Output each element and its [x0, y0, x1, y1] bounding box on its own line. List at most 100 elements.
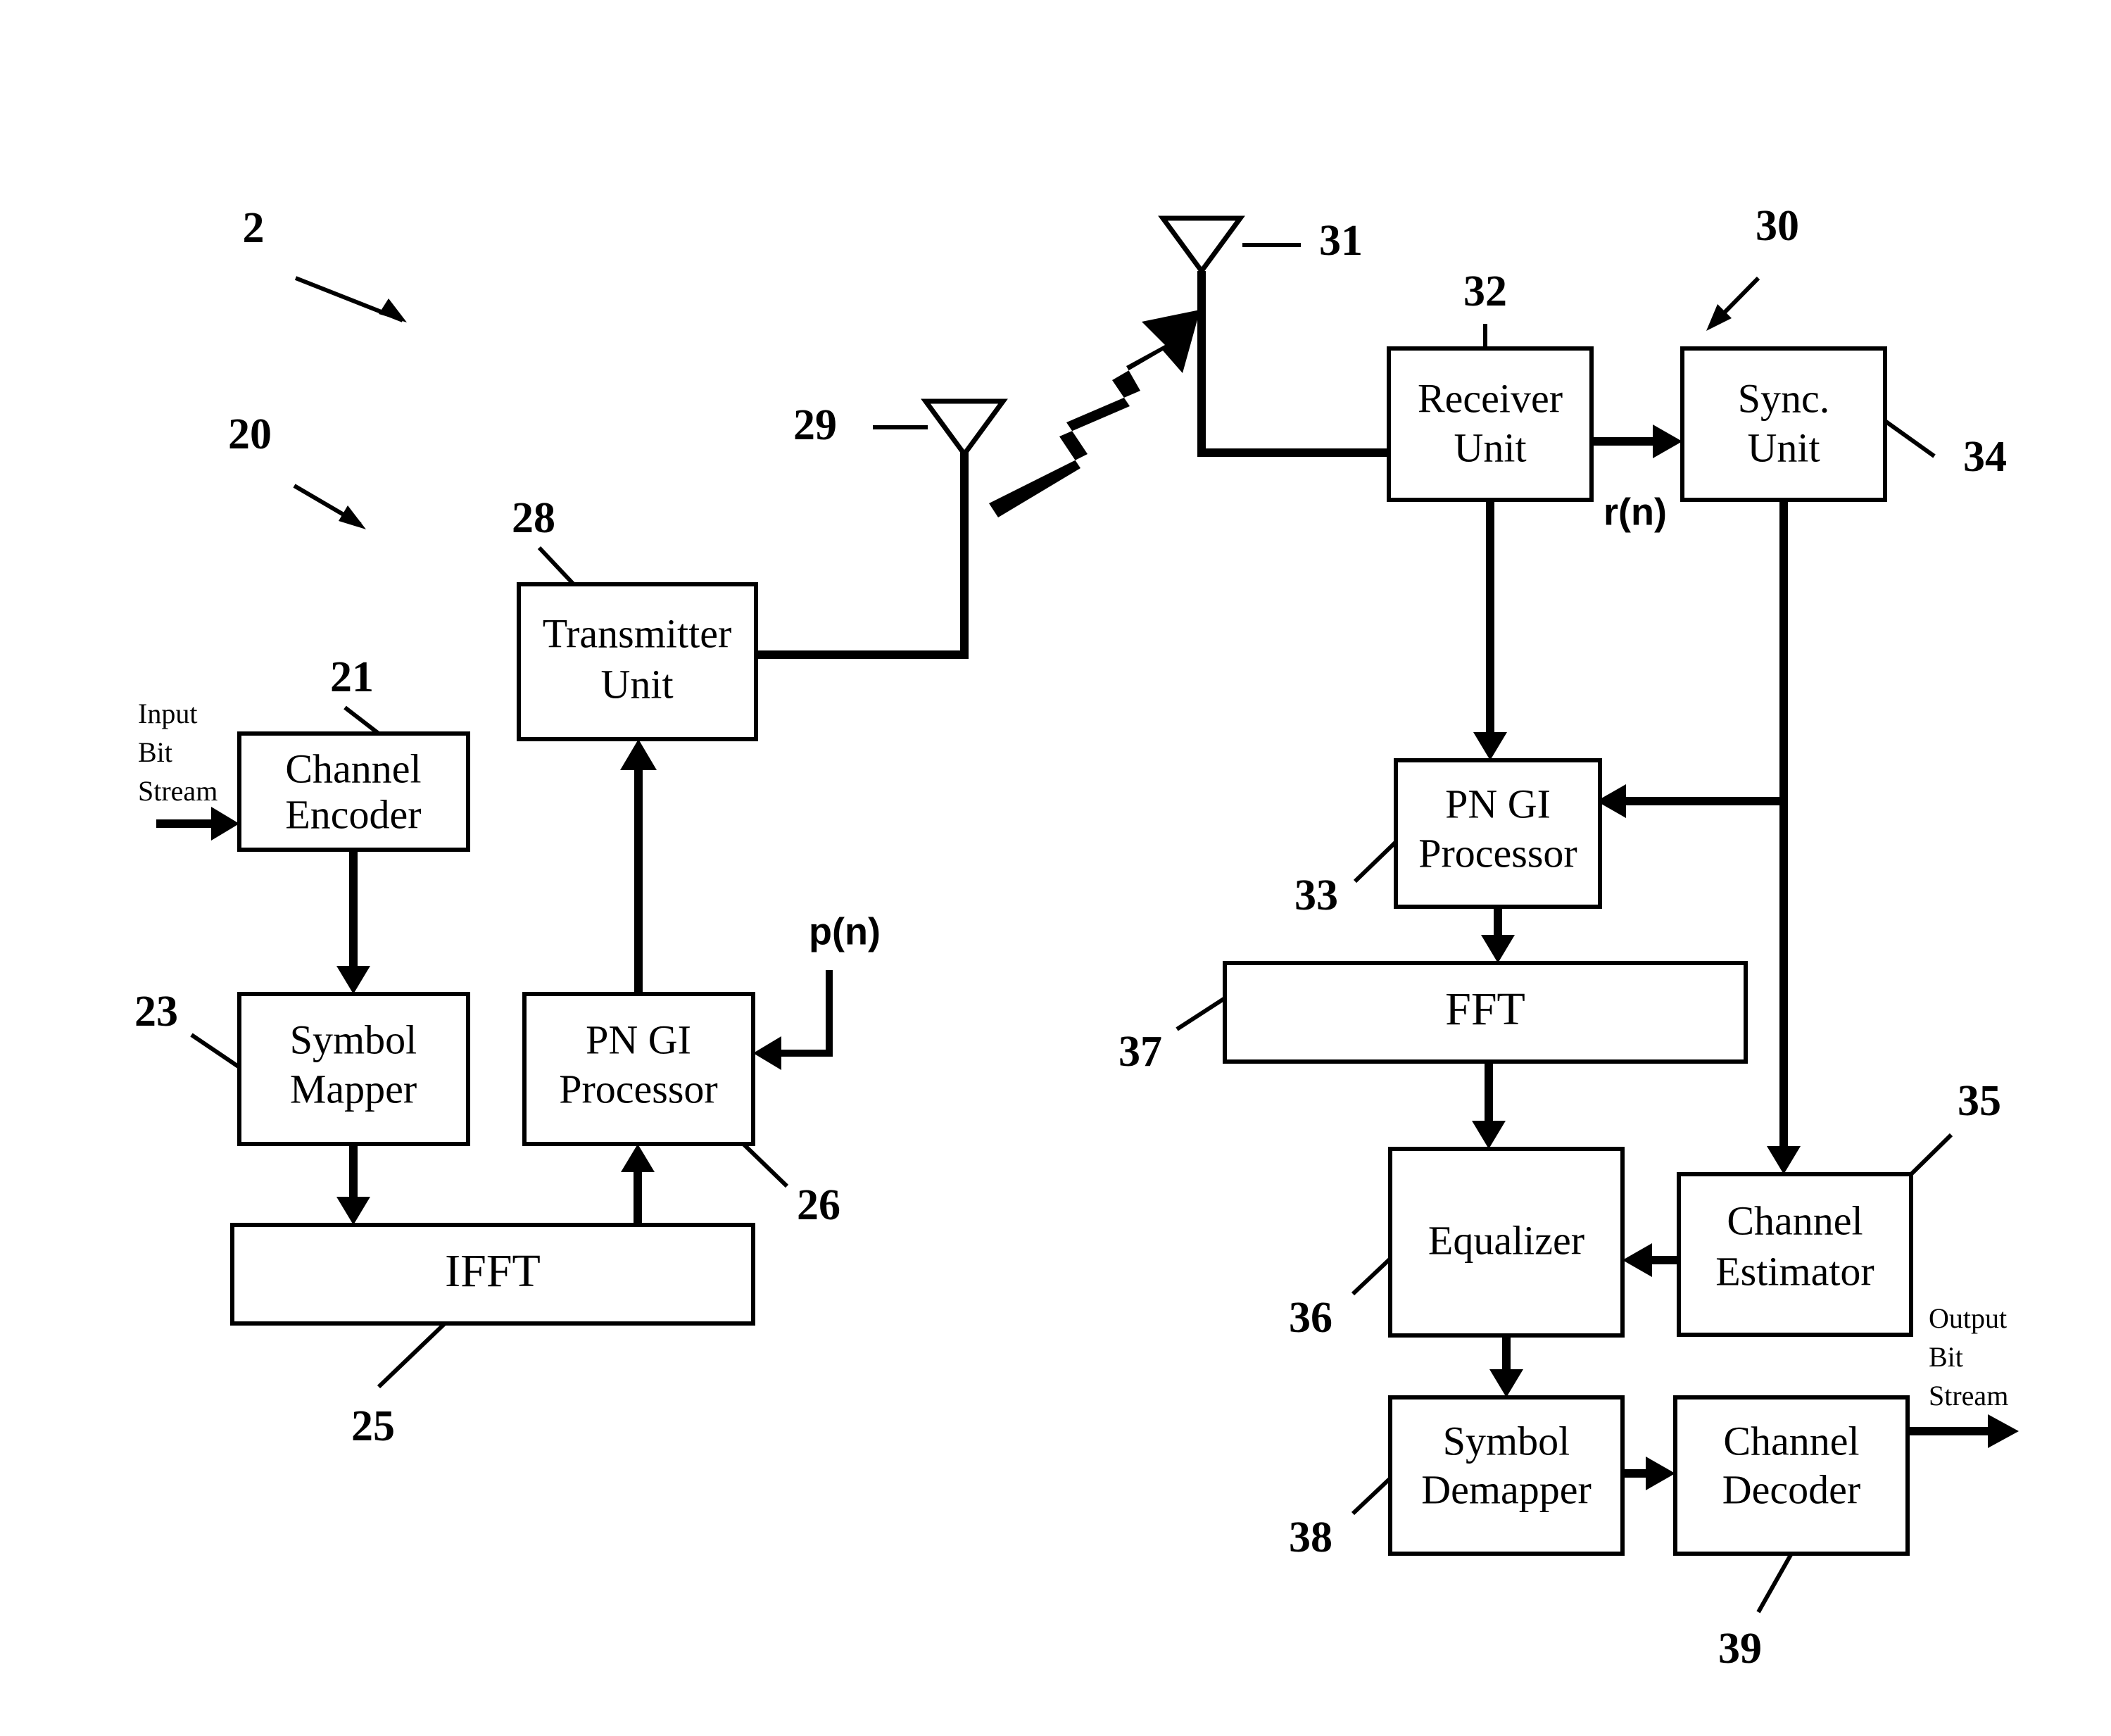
output-label-line3: Stream: [1929, 1380, 2008, 1411]
pn-sequence-label: p(n): [809, 910, 881, 952]
wire-encoder-mapper-head: [336, 966, 370, 994]
figure-canvas: 2 20 30 Input Bit Stream Channel Encoder…: [0, 0, 2111, 1736]
input-label-line3: Stream: [138, 775, 218, 807]
block-tx-pn-gi-processor[interactable]: PN GI Processor: [522, 992, 755, 1146]
ref-37-leader: [1176, 996, 1226, 1031]
ref-20-arrowhead: [339, 505, 366, 529]
wire-txpngi-txunit-head: [620, 739, 657, 770]
block-equalizer[interactable]: Equalizer: [1388, 1147, 1625, 1338]
wire-rxunit-to-syncunit: r(n): [1592, 424, 1682, 533]
radio-link-bolt: [989, 310, 1200, 517]
ref-21-leader: [344, 705, 380, 736]
ref-label-25: 25: [351, 1402, 395, 1450]
channel-decoder-label-line1: Channel: [1723, 1418, 1859, 1464]
block-channel-encoder[interactable]: Channel Encoder: [237, 731, 470, 852]
output-label-line1: Output: [1929, 1302, 2007, 1334]
channel-encoder-label-line2: Encoder: [285, 791, 421, 837]
ref-33-leader: [1353, 840, 1398, 883]
wire-fft-equalizer-head: [1472, 1121, 1506, 1149]
ref-label-21: 21: [330, 653, 374, 701]
ref-label-23: 23: [134, 988, 178, 1036]
sync-unit-label-line2: Unit: [1747, 424, 1820, 470]
received-signal-label: r(n): [1603, 491, 1667, 533]
block-channel-decoder[interactable]: Channel Decoder: [1673, 1395, 1910, 1556]
pn-sequence-wire: [774, 970, 833, 1057]
ref-label-39: 39: [1718, 1625, 1762, 1673]
output-arrow-head: [1988, 1414, 2019, 1448]
ref-39-leader: [1756, 1552, 1794, 1614]
transmitter-unit-label-line2: Unit: [600, 661, 673, 707]
output-bit-stream-label: Output Bit Stream: [1929, 1302, 2008, 1411]
tx-pn-gi-label-line2: Processor: [559, 1066, 718, 1112]
wire-rxantenna-to-rxunit: [1197, 271, 1389, 457]
ref-23-leader: [190, 1033, 241, 1069]
fft-label: FFT: [1445, 983, 1525, 1035]
receiver-unit-label-line1: Receiver: [1418, 375, 1563, 421]
ref-35-leader: [1909, 1133, 1953, 1176]
block-channel-estimator[interactable]: Channel Estimator: [1677, 1172, 1913, 1337]
ref-39-callout: 39: [1718, 1552, 1794, 1673]
rx-pn-gi-label-line2: Processor: [1418, 830, 1577, 876]
ref-34-callout: 34: [1884, 419, 2007, 481]
block-symbol-mapper[interactable]: Symbol Mapper: [237, 992, 470, 1146]
wire-chanest-to-equalizer: [1622, 1243, 1679, 1277]
receiver-unit-label-line2: Unit: [1454, 424, 1526, 470]
ref-label-31: 31: [1319, 217, 1363, 265]
block-fft[interactable]: FFT: [1223, 961, 1748, 1064]
ref-label-37: 37: [1118, 1028, 1162, 1076]
block-diagram: 2 20 30 Input Bit Stream Channel Encoder…: [134, 202, 2019, 1673]
ref-33-callout: 33: [1294, 840, 1398, 919]
ref-label-2: 2: [243, 204, 265, 252]
output-label-line2: Bit: [1929, 1341, 1963, 1373]
ref-37-callout: 37: [1118, 996, 1226, 1076]
wire-syncunit-bus: [1596, 500, 1801, 1174]
ref-2-arrowhead: [379, 298, 407, 322]
wire-chanest-equalizer-head: [1622, 1243, 1652, 1277]
ref-38-callout: 38: [1289, 1476, 1392, 1561]
wire-mapper-to-ifft: [336, 1144, 370, 1225]
ref-2-callout: 2: [243, 204, 407, 322]
wire-rxunit-to-rxpngi: [1473, 500, 1507, 760]
input-label-line1: Input: [138, 698, 197, 729]
rx-antenna: 31: [1158, 215, 1363, 275]
wire-rxpngi-fft-head: [1481, 935, 1515, 963]
ref-26-callout: 26: [741, 1142, 840, 1229]
ref-label-29: 29: [793, 401, 837, 449]
ref-32-callout: 32: [1463, 268, 1507, 348]
wire-rxunit-rxpngi-head: [1473, 732, 1507, 760]
ref-label-36: 36: [1289, 1294, 1332, 1342]
wire-equalizer-demapper-head: [1489, 1369, 1523, 1397]
wire-demapper-to-decoder: [1622, 1457, 1675, 1490]
wire-txpngi-to-txunit: [620, 739, 657, 994]
block-transmitter-unit[interactable]: Transmitter Unit: [517, 582, 758, 741]
wire-txunit-to-antenna: [756, 451, 969, 659]
pn-sequence-arrowhead: [753, 1036, 781, 1070]
rx-antenna-triangle: [1158, 215, 1245, 275]
block-sync-unit[interactable]: Sync. Unit: [1680, 346, 1887, 502]
ref-label-28: 28: [512, 494, 555, 542]
block-receiver-unit[interactable]: Receiver Unit: [1387, 346, 1594, 502]
ref-26-leader: [741, 1142, 789, 1188]
block-symbol-demapper[interactable]: Symbol Demapper: [1388, 1395, 1625, 1556]
block-rx-pn-gi-processor[interactable]: PN GI Processor: [1394, 758, 1602, 909]
pn-sequence-input: p(n): [753, 910, 881, 1070]
ref-21-callout: 21: [330, 653, 380, 736]
equalizer-label: Equalizer: [1428, 1217, 1584, 1263]
wire-ifft-txpngi-head: [621, 1144, 655, 1172]
wire-rxunit-syncunit-head: [1653, 424, 1682, 458]
wire-encoder-to-mapper: [336, 850, 370, 994]
channel-estimator-label-line1: Channel: [1727, 1197, 1863, 1243]
ifft-label: IFFT: [445, 1245, 541, 1297]
ref-35-callout: 35: [1909, 1077, 2001, 1176]
wire-mapper-ifft-head: [336, 1197, 370, 1225]
ref-36-leader: [1351, 1257, 1392, 1296]
ref-30-callout: 30: [1706, 202, 1799, 331]
lightning-bolt: [989, 310, 1200, 517]
wire-fft-to-equalizer: [1472, 1062, 1506, 1149]
ref-label-35: 35: [1958, 1077, 2001, 1125]
wire-equalizer-to-demapper: [1489, 1335, 1523, 1397]
ref-label-30: 30: [1756, 202, 1799, 250]
block-ifft[interactable]: IFFT: [230, 1223, 755, 1326]
symbol-demapper-label-line2: Demapper: [1421, 1466, 1592, 1512]
wire-ifft-to-txpngi: [621, 1144, 655, 1225]
